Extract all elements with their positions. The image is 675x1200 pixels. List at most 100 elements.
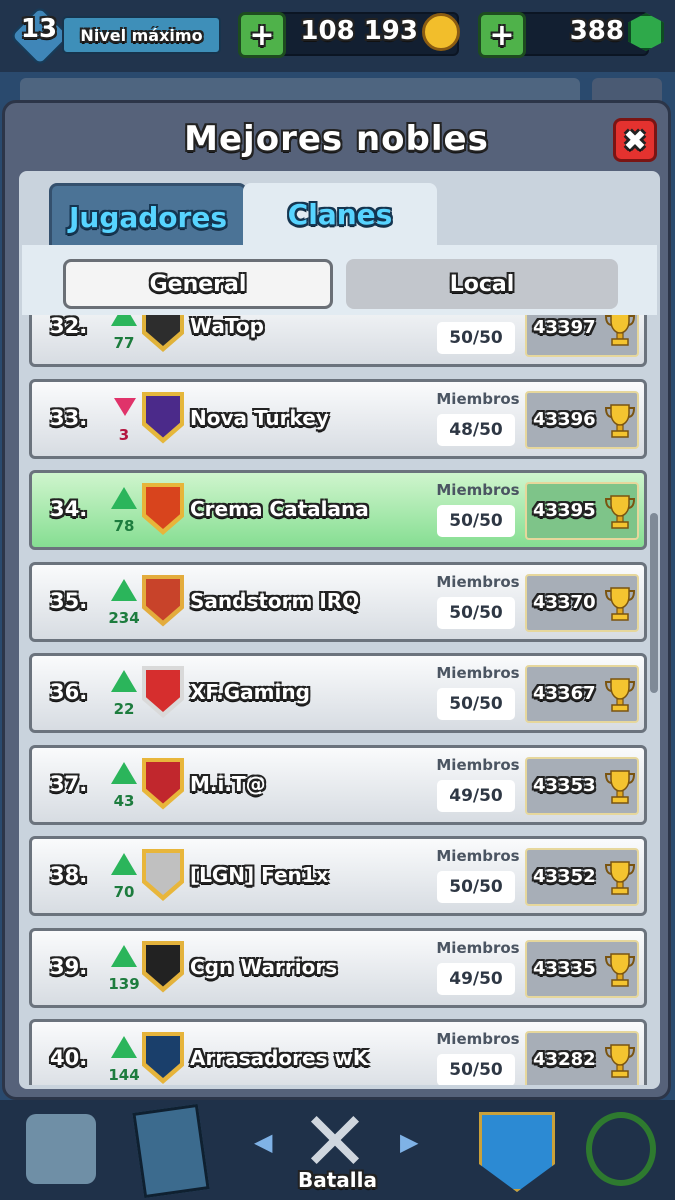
trophy-count: 43353 (533, 774, 596, 796)
rank-up-arrow-icon (111, 853, 137, 875)
trophy-box: 43282 (525, 1031, 639, 1085)
trophy-box: 43395 (525, 482, 639, 540)
trophy-icon (605, 769, 635, 804)
clan-row[interactable]: 38. 70 [LGN] Fen1x Miembros 50/50 43352 (29, 836, 647, 916)
nav-left-arrow-icon[interactable]: ◀ (254, 1128, 272, 1156)
trophy-count: 43335 (533, 957, 596, 979)
members-label: Miembros (436, 847, 520, 865)
coin-icon (422, 13, 460, 51)
rank-up-arrow-icon (111, 578, 137, 601)
members-count: 50/50 (437, 871, 515, 903)
trophy-box: 43352 (525, 848, 639, 906)
clan-name: Nova Turkey (190, 405, 329, 430)
trophy-box: 43335 (525, 939, 639, 998)
rank-up-arrow-icon (111, 1036, 137, 1058)
buy-gold-button[interactable]: + (238, 12, 286, 58)
members-count: 50/50 (437, 322, 515, 354)
clan-row[interactable]: 39. 139 Cgn Warriors Miembros 49/50 43335 (29, 927, 647, 1008)
trophy-icon (605, 403, 635, 438)
close-button[interactable]: ✖ (613, 118, 657, 162)
clan-rank: 33. (50, 405, 88, 430)
rank-change: 3 (118, 425, 130, 444)
members-label: Miembros (436, 572, 520, 591)
clan-row[interactable]: 36. 22 XF.Gaming Miembros 50/50 43367 (29, 653, 647, 733)
trophy-icon (605, 315, 635, 346)
trophy-count: 43396 (533, 408, 596, 430)
clan-list[interactable]: 32. 77 WaTop Miembros 50/50 43397 33. 3 Nova Tur… (29, 315, 647, 1085)
modal-title: Mejores nobles (184, 119, 489, 159)
clan-row[interactable]: 35. 234 Sandstorm IRQ Miembros 50/50 43370 (29, 561, 647, 642)
trophy-box: 43367 (525, 665, 639, 723)
clan-name: M.i.T@ (190, 771, 266, 796)
rank-up-arrow-icon (111, 670, 137, 692)
members-count: 50/50 (437, 596, 515, 629)
clan-name: Sandstorm IRQ (190, 588, 360, 613)
trophy-icon (605, 861, 635, 895)
buy-gems-button[interactable]: + (478, 12, 526, 58)
members-count: 48/50 (437, 413, 515, 446)
rank-change: 78 (113, 517, 135, 535)
rank-up-arrow-icon (111, 487, 137, 509)
members-label: Miembros (436, 1030, 520, 1048)
rank-change: 144 (108, 1066, 140, 1084)
clan-name: [LGN] Fen1x (190, 863, 329, 887)
clan-rank: 40. (50, 1046, 88, 1070)
gems-amount: 388 (569, 16, 624, 46)
clan-row[interactable]: 34. 78 Crema Catalana Miembros 50/50 43395 (29, 470, 647, 550)
leaderboard-modal: Mejores nobles ✖ Jugadores Clanes Genera… (2, 100, 671, 1100)
rank-change: 22 (113, 700, 135, 718)
trophy-icon (605, 1044, 635, 1078)
trophy-box: 43396 (525, 390, 639, 449)
trophy-count: 43282 (533, 1049, 596, 1070)
clan-rank: 36. (50, 680, 88, 704)
clan-rank: 38. (50, 863, 88, 887)
trophy-count: 43397 (533, 317, 596, 338)
rank-down-arrow-icon (114, 397, 136, 416)
rank-change: 70 (113, 883, 135, 901)
tab-players[interactable]: Jugadores (49, 183, 247, 248)
clan-rank: 39. (50, 954, 88, 979)
nav-tournament-icon[interactable] (572, 1104, 672, 1196)
clan-name: WaTop (190, 315, 264, 338)
nav-clan-icon[interactable] (465, 1104, 565, 1196)
nav-shop-chest-icon[interactable] (14, 1104, 114, 1196)
clan-row[interactable]: 33. 3 Nova Turkey Miembros 48/50 43396 (29, 378, 647, 459)
trophy-icon (605, 952, 635, 987)
clan-row[interactable]: 40. 144 Arrasadores wK Miembros 50/50 43282 (29, 1019, 647, 1085)
nav-cards-icon[interactable] (124, 1103, 224, 1199)
rank-change: 43 (113, 791, 135, 810)
trophy-box: 43353 (525, 756, 639, 815)
gold-amount: 108 193 (300, 16, 418, 46)
clan-row[interactable]: 37. 43 M.i.T@ Miembros 49/50 43353 (29, 744, 647, 825)
subtab-general[interactable]: General (63, 259, 333, 309)
nav-right-arrow-icon[interactable]: ▶ (400, 1128, 418, 1156)
rank-change: 139 (108, 974, 140, 993)
trophy-count: 43367 (533, 683, 596, 704)
subtab-local[interactable]: Local (346, 259, 618, 309)
trophy-icon (605, 678, 635, 712)
members-count: 50/50 (437, 505, 515, 537)
clan-rank: 37. (50, 771, 88, 796)
rank-up-arrow-icon (111, 761, 137, 784)
tab-clans[interactable]: Clanes (243, 183, 437, 245)
scrollbar[interactable] (650, 513, 658, 693)
trophy-count: 43352 (533, 866, 596, 887)
clan-name: XF.Gaming (190, 680, 310, 704)
trophy-box: 43370 (525, 573, 639, 632)
tab-players-label: Jugadores (68, 200, 228, 234)
members-count: 50/50 (437, 1054, 515, 1085)
rank-change: 234 (108, 608, 140, 627)
level-number: 13 (20, 14, 58, 44)
trophy-count: 43370 (533, 591, 596, 613)
clan-name: Crema Catalana (190, 497, 369, 521)
trophy-box: 43397 (525, 315, 639, 357)
members-count: 49/50 (437, 962, 515, 995)
clan-row[interactable]: 32. 77 WaTop Miembros 50/50 43397 (29, 315, 647, 367)
clan-name: Cgn Warriors (190, 954, 338, 979)
tab-clans-label: Clanes (287, 197, 393, 231)
members-label: Miembros (436, 481, 520, 499)
trophy-icon (605, 586, 635, 621)
clan-rank: 34. (50, 497, 88, 521)
rank-up-arrow-icon (111, 944, 137, 967)
members-count: 49/50 (437, 779, 515, 812)
